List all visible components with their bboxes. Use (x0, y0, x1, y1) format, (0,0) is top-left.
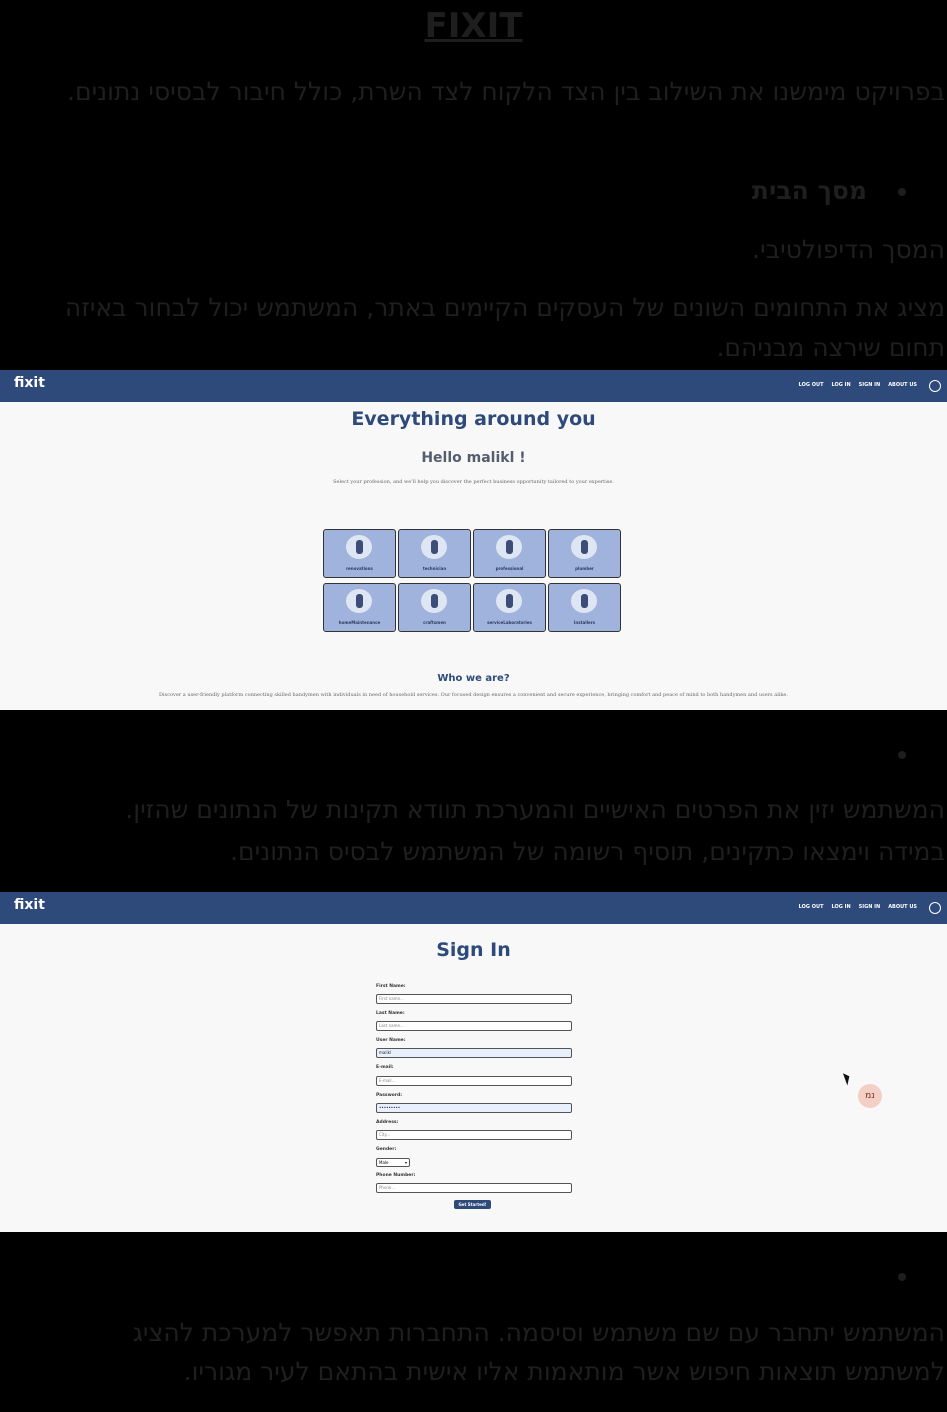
section1-line2b: תחום שירצה מבניהם. (716, 333, 945, 362)
category-card[interactable]: renovations (323, 529, 396, 578)
category-card[interactable]: serviceLaboratories (473, 583, 546, 632)
chevron-down-icon: ▾ (404, 1160, 407, 1165)
presence-avatar: נמ (858, 1084, 882, 1108)
email-label: E-mail: (376, 1065, 394, 1070)
bullet (898, 1273, 906, 1281)
document-title: FIXIT (424, 6, 523, 46)
house-icon (571, 589, 597, 613)
phone-label: Phone Number: (376, 1173, 416, 1178)
gender-select[interactable]: Male ▾ (376, 1158, 410, 1167)
home-maintenance-icon (346, 589, 372, 613)
plumber-icon (571, 535, 597, 559)
home-subtitle: Select your profession, and we'll help y… (333, 479, 614, 485)
category-card[interactable]: homeMaintenance (323, 583, 396, 632)
nav-signin[interactable]: SIGN IN (859, 904, 881, 910)
gender-label: Gender: (376, 1147, 397, 1152)
gender-value: Male (379, 1160, 389, 1165)
user-icon[interactable] (929, 902, 941, 914)
category-card[interactable]: professional (473, 529, 546, 578)
laptop-icon (496, 589, 522, 613)
first-name-input[interactable]: First name... (376, 994, 572, 1004)
home-heading: Everything around you (351, 408, 596, 430)
password-input[interactable]: ••••••••• (376, 1103, 572, 1113)
greeting: Hello malikl ! (421, 450, 526, 466)
navbar: fixit LOG OUT LOG IN SIGN IN ABOUT US (0, 892, 947, 924)
intro-paragraph: בפרויקט מימשנו את השילוב בין הצד הלקוח ל… (67, 77, 945, 106)
logo[interactable]: fixit (14, 375, 45, 391)
user-name-input[interactable]: malikl (376, 1048, 572, 1058)
signin-heading: Sign In (436, 939, 511, 961)
first-name-label: First Name: (376, 984, 406, 989)
mouse-cursor-icon (842, 1071, 853, 1086)
nav-login[interactable]: LOG IN (831, 904, 850, 910)
category-card[interactable]: craftsmen (398, 583, 471, 632)
phone-input[interactable]: Phone... (376, 1183, 572, 1193)
category-card[interactable]: plumber (548, 529, 621, 578)
bullet (898, 751, 906, 759)
who-text: Discover a user-friendly platform connec… (159, 692, 788, 698)
section3-line1: המשתמש יתחבר עם שם משתמש וסיסמה. התחברות… (132, 1318, 945, 1347)
email-input[interactable]: E-mail... (376, 1076, 572, 1086)
user-name-label: User Name: (376, 1038, 406, 1043)
renovations-icon (346, 535, 372, 559)
bullet (898, 188, 906, 196)
home-screenshot: fixit LOG OUT LOG IN SIGN IN ABOUT US Ev… (0, 370, 947, 710)
nav-logout[interactable]: LOG OUT (799, 904, 824, 910)
logo[interactable]: fixit (14, 897, 45, 913)
nav-logout[interactable]: LOG OUT (799, 382, 824, 388)
technician-icon (421, 535, 447, 559)
nav-about[interactable]: ABOUT US (888, 382, 917, 388)
section2-line2: במידה וימצאו כתקינים, תוסיף רשומה של המש… (230, 837, 945, 866)
professional-icon (496, 535, 522, 559)
who-heading: Who we are? (437, 673, 510, 684)
address-label: Address: (376, 1120, 399, 1125)
nav-signin[interactable]: SIGN IN (859, 382, 881, 388)
user-icon[interactable] (929, 380, 941, 392)
last-name-label: Last Name: (376, 1011, 405, 1016)
category-card[interactable]: technician (398, 529, 471, 578)
nav-about[interactable]: ABOUT US (888, 904, 917, 910)
section3-line2: למשתמש תוצאות חיפוש אשר מותאמות אליו איש… (183, 1357, 945, 1386)
signin-screenshot: fixit LOG OUT LOG IN SIGN IN ABOUT US Si… (0, 892, 947, 1232)
section-heading-home: מסך הבית (751, 176, 867, 205)
last-name-input[interactable]: Last name... (376, 1021, 572, 1031)
nav-login[interactable]: LOG IN (831, 382, 850, 388)
section2-line1: המשתמש יזין את הפרטים האישיים והמערכת תו… (125, 795, 945, 824)
address-input[interactable]: City... (376, 1130, 572, 1140)
category-card[interactable]: Installers (548, 583, 621, 632)
navbar: fixit LOG OUT LOG IN SIGN IN ABOUT US (0, 370, 947, 402)
section1-line2a: מציג את התחומים השונים של העסקים הקיימים… (64, 293, 945, 322)
get-started-button[interactable]: Get Started! (454, 1200, 491, 1209)
craftsmen-icon (421, 589, 447, 613)
category-grid: renovations technician professional plum… (323, 529, 621, 632)
password-label: Password: (376, 1093, 403, 1098)
section1-line1: המסך הדיפולטיבי. (752, 235, 945, 264)
